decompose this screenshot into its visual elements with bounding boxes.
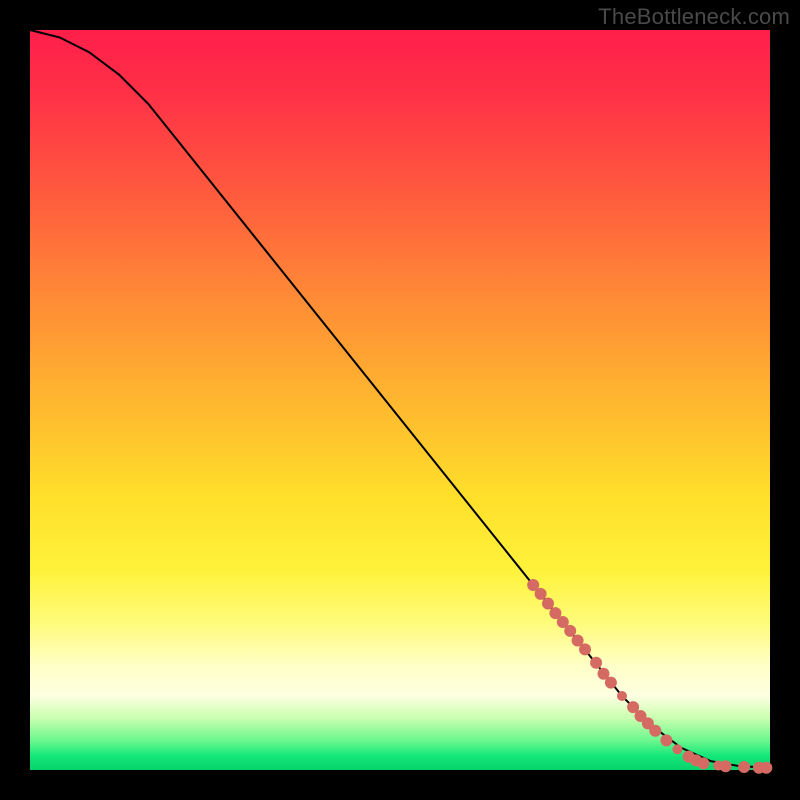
data-point (617, 691, 627, 701)
chart-frame: TheBottleneck.com (0, 0, 800, 800)
data-point (760, 762, 772, 774)
data-point (605, 677, 617, 689)
data-point (697, 757, 709, 769)
bottleneck-curve (30, 30, 770, 768)
plot-area (30, 30, 770, 770)
data-point (542, 598, 554, 610)
data-point (590, 657, 602, 669)
watermark-text: TheBottleneck.com (598, 4, 790, 30)
data-point (535, 588, 547, 600)
data-point (579, 643, 591, 655)
data-point (720, 760, 732, 772)
data-point (564, 625, 576, 637)
data-point (738, 761, 750, 773)
data-point (673, 744, 683, 754)
chart-svg (30, 30, 770, 770)
data-point (649, 725, 661, 737)
scatter-group (527, 579, 772, 774)
data-point (660, 734, 672, 746)
